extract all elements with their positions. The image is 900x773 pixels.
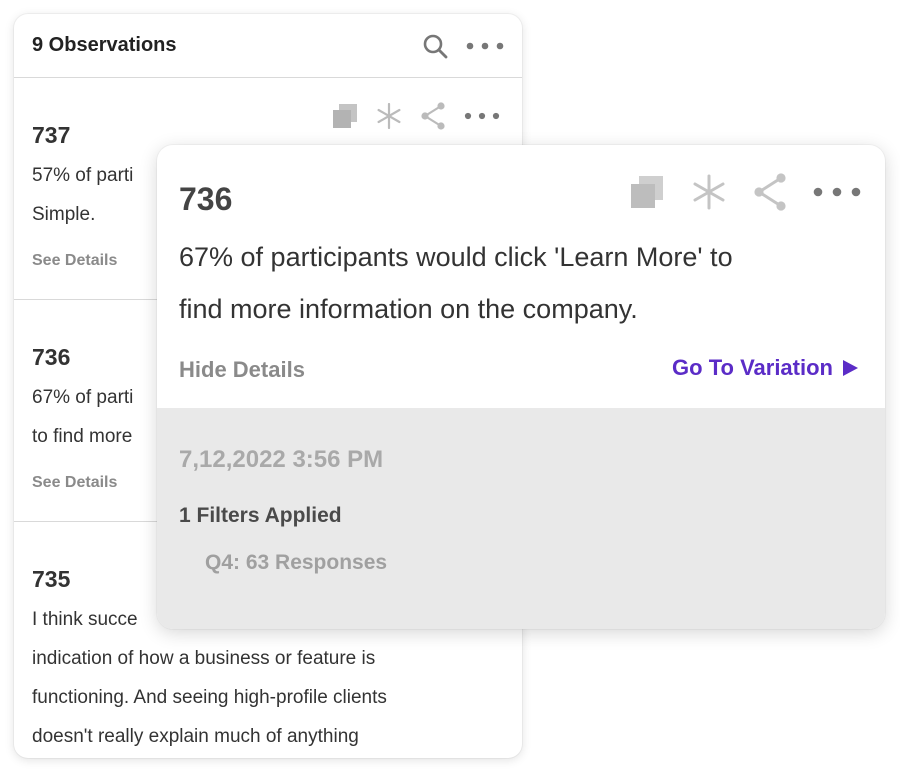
- copy-icon[interactable]: [332, 103, 358, 129]
- details-section: 7,12,2022 3:56 PM 1 Filters Applied Q4: …: [157, 408, 885, 629]
- observation-text-line: indication of how a business or feature …: [32, 648, 376, 669]
- observation-detail-card: 736 67% of participants would click 'Lea…: [157, 145, 885, 629]
- card-actions: [629, 173, 861, 211]
- observation-number: 737: [32, 122, 71, 148]
- go-to-variation-label: Go To Variation: [672, 355, 833, 380]
- more-icon[interactable]: [813, 187, 861, 197]
- observation-number: 735: [32, 566, 71, 592]
- observation-text-line: functioning. And seeing high-profile cli…: [32, 687, 387, 708]
- panel-title: 9 Observations: [32, 34, 177, 56]
- responses-count: Q4: 63 Responses: [205, 551, 388, 574]
- see-details-link[interactable]: See Details: [32, 252, 117, 270]
- card-observation-number: 736: [179, 181, 233, 217]
- card-text-line: 67% of participants would click 'Learn M…: [179, 242, 733, 272]
- filters-applied: 1 Filters Applied: [179, 504, 342, 527]
- panel-header: 9 Observations: [14, 14, 522, 78]
- header-actions: [422, 33, 504, 59]
- see-details-link[interactable]: See Details: [32, 474, 117, 492]
- go-to-variation-link[interactable]: Go To Variation: [672, 355, 859, 381]
- share-icon[interactable]: [420, 102, 446, 130]
- observation-actions: [332, 102, 500, 130]
- asterisk-icon[interactable]: [376, 103, 402, 129]
- asterisk-icon[interactable]: [691, 174, 727, 210]
- observation-number: 736: [32, 344, 71, 370]
- card-text-line: find more information on the company.: [179, 294, 638, 324]
- observation-timestamp: 7,12,2022 3:56 PM: [179, 446, 384, 473]
- share-icon[interactable]: [753, 173, 787, 211]
- play-arrow-icon: [843, 360, 858, 376]
- more-icon[interactable]: [466, 42, 504, 50]
- more-icon[interactable]: [464, 112, 500, 120]
- card-observation-text: 67% of participants would click 'Learn M…: [179, 231, 859, 335]
- copy-icon[interactable]: [629, 174, 665, 210]
- observation-text-line: doesn't really explain much of anything: [32, 726, 359, 747]
- search-icon[interactable]: [422, 33, 448, 59]
- hide-details-link[interactable]: Hide Details: [179, 357, 305, 383]
